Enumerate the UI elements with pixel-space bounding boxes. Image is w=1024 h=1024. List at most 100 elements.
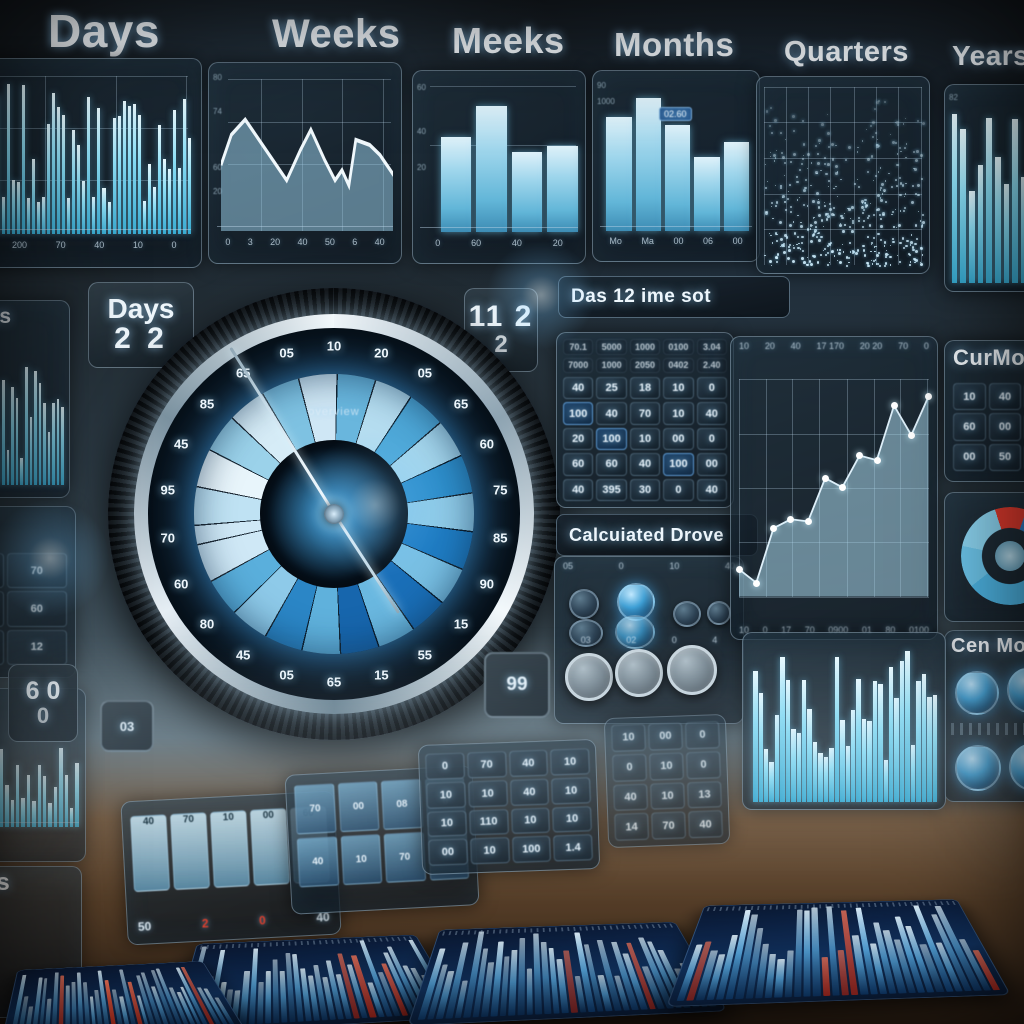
chart-panel-meeks[interactable]: 60 40 20 0604020: [412, 70, 586, 264]
panel-quarters-bottom[interactable]: Quarters 0704010101040101011010100010100…: [417, 738, 601, 876]
grid-cell[interactable]: 10: [663, 402, 694, 425]
trend-marker[interactable]: [908, 431, 916, 439]
grid-cell[interactable]: 0402: [663, 357, 694, 373]
chart-panel-weeks[interactable]: 80 74 60 20 0 3 20 40 50 6 40: [208, 62, 402, 264]
trend-marker[interactable]: [752, 579, 760, 587]
trend-marker[interactable]: [856, 452, 864, 460]
module-knob-3[interactable]: [955, 745, 1001, 791]
grid-cell[interactable]: 10: [611, 723, 646, 752]
tile[interactable]: 00: [337, 781, 380, 833]
tile[interactable]: 40: [130, 814, 171, 893]
grid-cell[interactable]: 1000: [596, 357, 627, 373]
grid-cell[interactable]: 0: [612, 753, 647, 782]
grid-cell[interactable]: 25: [596, 377, 627, 400]
grid-cell[interactable]: 10: [663, 377, 694, 400]
grid-cell[interactable]: 0: [686, 750, 721, 779]
chart-panel-quarters[interactable]: [756, 76, 930, 274]
grid-cell[interactable]: 395: [596, 478, 627, 501]
grid-cell[interactable]: 22: [0, 629, 4, 665]
grid-cell[interactable]: 40: [508, 749, 549, 777]
grid-cell[interactable]: 70: [629, 402, 661, 425]
chart-panel-bottom-spiky[interactable]: [742, 632, 946, 810]
panel-cen-module[interactable]: Cen Modul: [944, 630, 1024, 802]
tile[interactable]: 70: [170, 812, 211, 891]
grid-cell[interactable]: 1000: [629, 339, 661, 355]
grid-cell[interactable]: 10: [953, 383, 986, 411]
pad-knob-3[interactable]: [673, 601, 701, 627]
grid-cell[interactable]: 10: [649, 752, 684, 781]
trend-marker[interactable]: [735, 565, 743, 573]
grid-bottom-right[interactable]: 10 00 0 0 10 0 40 10 13 14 70 40: [611, 721, 723, 841]
grid-cell[interactable]: 40: [696, 478, 727, 501]
grid-cell[interactable]: 0: [425, 752, 465, 780]
grid-timeset[interactable]: 40 25 18 10 0 100 40 70 10 40 20 100 10 00 0 60 60 40 100 0…: [563, 377, 727, 501]
trend-marker[interactable]: [873, 456, 881, 464]
data-panel-curmove[interactable]: CurMove 104070600020005040: [944, 340, 1024, 482]
desk-panel-4[interactable]: [0, 961, 246, 1024]
trend-marker[interactable]: [839, 484, 847, 492]
grid-cell[interactable]: 40: [613, 783, 648, 812]
grid-cell[interactable]: 1.4: [553, 834, 593, 862]
grid-cell[interactable]: 40: [629, 453, 661, 476]
grid-cell[interactable]: 60: [953, 413, 986, 441]
grid-cell[interactable]: 5000: [596, 339, 627, 355]
grid-cell[interactable]: 00: [988, 413, 1022, 441]
module-knob-2[interactable]: [1007, 667, 1024, 713]
grid-cell[interactable]: 13: [687, 780, 722, 809]
grid-cell[interactable]: 40: [509, 778, 550, 806]
side-button-03[interactable]: 03: [100, 700, 154, 752]
grid-cell[interactable]: 10: [469, 837, 510, 865]
tile[interactable]: 00: [249, 808, 290, 886]
grid-cell[interactable]: 00: [428, 838, 468, 866]
grid-cell[interactable]: 10: [427, 810, 467, 838]
grid-cell[interactable]: 70: [466, 751, 507, 779]
data-panel-timeset[interactable]: 70.1 5000 1000 0100 3.04 7000 1000 2050 0402 2.40…: [556, 332, 734, 508]
chart-panel-alarms[interactable]: alarzs: [0, 300, 70, 498]
grid-cell[interactable]: 18: [629, 377, 661, 400]
grid-cell[interactable]: 40: [688, 810, 723, 839]
calculated-banner[interactable]: Calcuiated Drove: [556, 514, 758, 556]
grid-cell[interactable]: 0: [663, 478, 694, 501]
grid-cell[interactable]: 10: [550, 748, 590, 776]
grid-cell[interactable]: 40: [563, 377, 594, 400]
grid-cell[interactable]: 00: [696, 453, 727, 476]
grid-cell[interactable]: 40: [563, 478, 594, 501]
grid-cell[interactable]: 10: [629, 427, 661, 451]
grid-cell[interactable]: 40: [988, 383, 1022, 411]
grid-cell[interactable]: 2050: [629, 357, 661, 373]
tile[interactable]: 08: [380, 778, 423, 830]
grid-cell[interactable]: 0: [696, 427, 727, 451]
pad-big-button-3[interactable]: [667, 645, 717, 695]
chart-panel-years[interactable]: 82: [944, 84, 1024, 292]
grid-cell[interactable]: 00: [663, 427, 694, 451]
grid-cell[interactable]: 10: [510, 807, 551, 835]
tile[interactable]: 40: [296, 836, 339, 888]
tile[interactable]: 10: [340, 834, 383, 886]
grid-cell[interactable]: 10: [426, 781, 466, 809]
grid-cell[interactable]: 40: [596, 402, 627, 425]
trend-marker[interactable]: [890, 402, 898, 410]
grid-cell[interactable]: 10: [552, 805, 592, 833]
side-button-99[interactable]: 99: [484, 652, 550, 718]
grid-cell[interactable]: 12: [0, 591, 4, 627]
module-knob-1[interactable]: [955, 671, 999, 715]
donut-panel[interactable]: [944, 492, 1024, 622]
pad-big-button-1[interactable]: [565, 653, 613, 701]
grid-cell[interactable]: 00: [647, 722, 683, 751]
grid-cell[interactable]: 2.40: [696, 357, 727, 373]
grid-cell[interactable]: 100: [596, 427, 627, 451]
left-readout[interactable]: 6 0 0: [8, 664, 78, 742]
grid-cell[interactable]: 14: [614, 812, 650, 841]
grid-cell[interactable]: 50: [988, 443, 1022, 471]
grid-cell[interactable]: 30: [629, 478, 661, 501]
grid-cell[interactable]: 10: [650, 781, 685, 810]
grid-cell[interactable]: 3.04: [696, 339, 727, 355]
grid-quarters-bottom[interactable]: 0 70 40 10 10 10 40 10 10 110 10 10 00 10 100 1.4: [425, 748, 593, 866]
trend-marker[interactable]: [821, 475, 829, 482]
chart-panel-months[interactable]: 90 1000 02.60 Mo Ma 00 06 00: [592, 70, 760, 262]
grid-cell[interactable]: 10: [467, 779, 508, 807]
chart-panel-days[interactable]: 90 802007040100: [0, 58, 202, 268]
trend-marker[interactable]: [804, 518, 812, 526]
grid-cell[interactable]: 40: [696, 402, 727, 425]
desk-panel-3[interactable]: [666, 899, 1011, 1007]
